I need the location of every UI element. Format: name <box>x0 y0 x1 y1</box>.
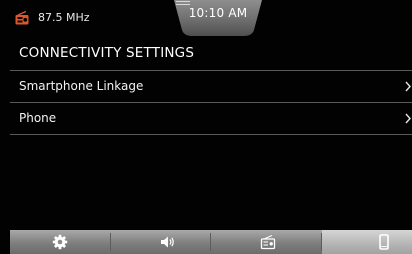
gear-icon <box>52 234 68 250</box>
page-title: CONNECTIVITY SETTINGS <box>19 45 195 61</box>
radio-frequency[interactable]: 87.5 MHz <box>38 10 90 26</box>
menu-item-label: Phone <box>19 111 57 125</box>
menu-item-smartphone-linkage[interactable]: Smartphone Linkage <box>10 71 412 101</box>
clock-time: 10:10 AM <box>188 6 248 20</box>
speaker-icon <box>161 236 174 248</box>
bottom-nav-bar <box>10 230 412 254</box>
nav-radio-button[interactable] <box>211 230 321 254</box>
smartphone-icon <box>379 234 389 250</box>
nav-phone-button[interactable] <box>322 230 412 254</box>
radio-icon[interactable] <box>14 10 30 26</box>
nav-settings-button[interactable] <box>10 230 110 254</box>
menu-item-phone[interactable]: Phone <box>10 103 412 133</box>
status-bar: 87.5 MHz 10:10 AM <box>0 0 412 38</box>
radio-icon <box>260 234 276 250</box>
chevron-right-icon <box>405 81 411 92</box>
menu-item-label: Smartphone Linkage <box>19 79 144 93</box>
chevron-right-icon <box>405 113 411 124</box>
pull-down-handle-icon[interactable] <box>174 0 192 6</box>
divider <box>10 134 412 135</box>
head-unit-screen: 87.5 MHz 10:10 AM CONNECTIVITY SETTINGS <box>0 0 412 254</box>
clock-tab[interactable]: 10:10 AM <box>174 0 262 36</box>
nav-audio-button[interactable] <box>111 230 210 254</box>
